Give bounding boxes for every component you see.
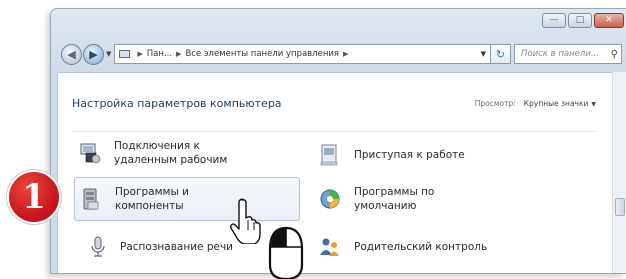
vertical-scrollbar[interactable] bbox=[612, 72, 626, 273]
view-mode-value: Крупные значки bbox=[523, 98, 589, 108]
chevron-down-icon: ▼ bbox=[591, 100, 596, 108]
search-icon[interactable]: ⚲ bbox=[611, 49, 618, 60]
navigation-bar: ◀ ▶ ▼ ▶ Пан... ▶ Все элементы панели упр… bbox=[61, 42, 622, 66]
search-input[interactable]: Поиск в панели... ⚲ bbox=[514, 44, 622, 64]
control-panel-item-remote-desktop[interactable]: Подключения к удаленным рабочим bbox=[78, 135, 298, 171]
mouse-click-icon bbox=[268, 226, 304, 279]
step-number: 1 bbox=[22, 177, 46, 217]
minimize-button[interactable]: — bbox=[542, 13, 566, 28]
page-title: Настройка параметров компьютера bbox=[72, 96, 282, 110]
view-mode-dropdown[interactable]: Крупные значки ▼ bbox=[524, 99, 596, 108]
item-label: Распознавание речи bbox=[120, 241, 233, 253]
remote-desktop-icon bbox=[80, 143, 101, 164]
step-number-badge: 1 bbox=[7, 170, 61, 224]
maximize-button[interactable]: □ bbox=[568, 13, 592, 28]
breadcrumb-separator-icon[interactable]: ▶ bbox=[176, 50, 181, 58]
refresh-button[interactable]: ↻ bbox=[491, 44, 511, 64]
control-panel-item-parental-controls[interactable]: Родительский контроль bbox=[318, 233, 558, 261]
back-button[interactable]: ◀ bbox=[61, 43, 82, 65]
forward-button[interactable]: ▶ bbox=[83, 43, 104, 65]
control-panel-item-getting-started[interactable]: Приступая к работе bbox=[318, 141, 558, 169]
item-label: Подключения к удаленным рабочим bbox=[114, 140, 228, 166]
microphone-icon bbox=[91, 236, 105, 257]
item-label: Программы по умолчанию bbox=[354, 186, 435, 212]
breadcrumb-item-control-panel[interactable]: Пан... bbox=[147, 49, 172, 59]
item-label: Приступая к работе bbox=[354, 149, 465, 161]
hand-pointer-icon bbox=[230, 198, 261, 244]
item-label: Родительский контроль bbox=[354, 241, 488, 253]
divider bbox=[72, 131, 596, 132]
forward-arrow-icon: ▶ bbox=[89, 47, 98, 61]
control-panel-icon bbox=[119, 50, 131, 58]
close-button[interactable]: ✕ bbox=[594, 13, 624, 28]
breadcrumb-item-all-items[interactable]: Все элементы панели управления bbox=[185, 49, 339, 59]
address-bar[interactable]: ▶ Пан... ▶ Все элементы панели управлени… bbox=[114, 44, 491, 64]
breadcrumb-separator-icon[interactable]: ▶ bbox=[343, 50, 348, 58]
recent-pages-dropdown[interactable]: ▼ bbox=[106, 50, 111, 58]
back-arrow-icon: ◀ bbox=[67, 47, 76, 61]
default-programs-icon bbox=[320, 189, 340, 209]
address-dropdown-icon[interactable]: ▼ bbox=[481, 50, 486, 58]
breadcrumb-separator-icon[interactable]: ▶ bbox=[137, 50, 142, 58]
content-header: Настройка параметров компьютера Просмотр… bbox=[72, 93, 596, 113]
scrollbar-thumb[interactable] bbox=[615, 198, 625, 216]
view-label: Просмотр: bbox=[474, 98, 516, 108]
search-placeholder: Поиск в панели... bbox=[521, 49, 599, 59]
control-panel-item-default-programs[interactable]: Программы по умолчанию bbox=[318, 181, 558, 217]
item-label: Программы и компоненты bbox=[115, 186, 189, 212]
parental-controls-icon bbox=[320, 238, 339, 256]
getting-started-icon bbox=[320, 144, 338, 166]
refresh-icon: ↻ bbox=[495, 47, 506, 61]
programs-features-icon bbox=[83, 188, 99, 210]
caption-buttons: — □ ✕ bbox=[542, 13, 624, 28]
